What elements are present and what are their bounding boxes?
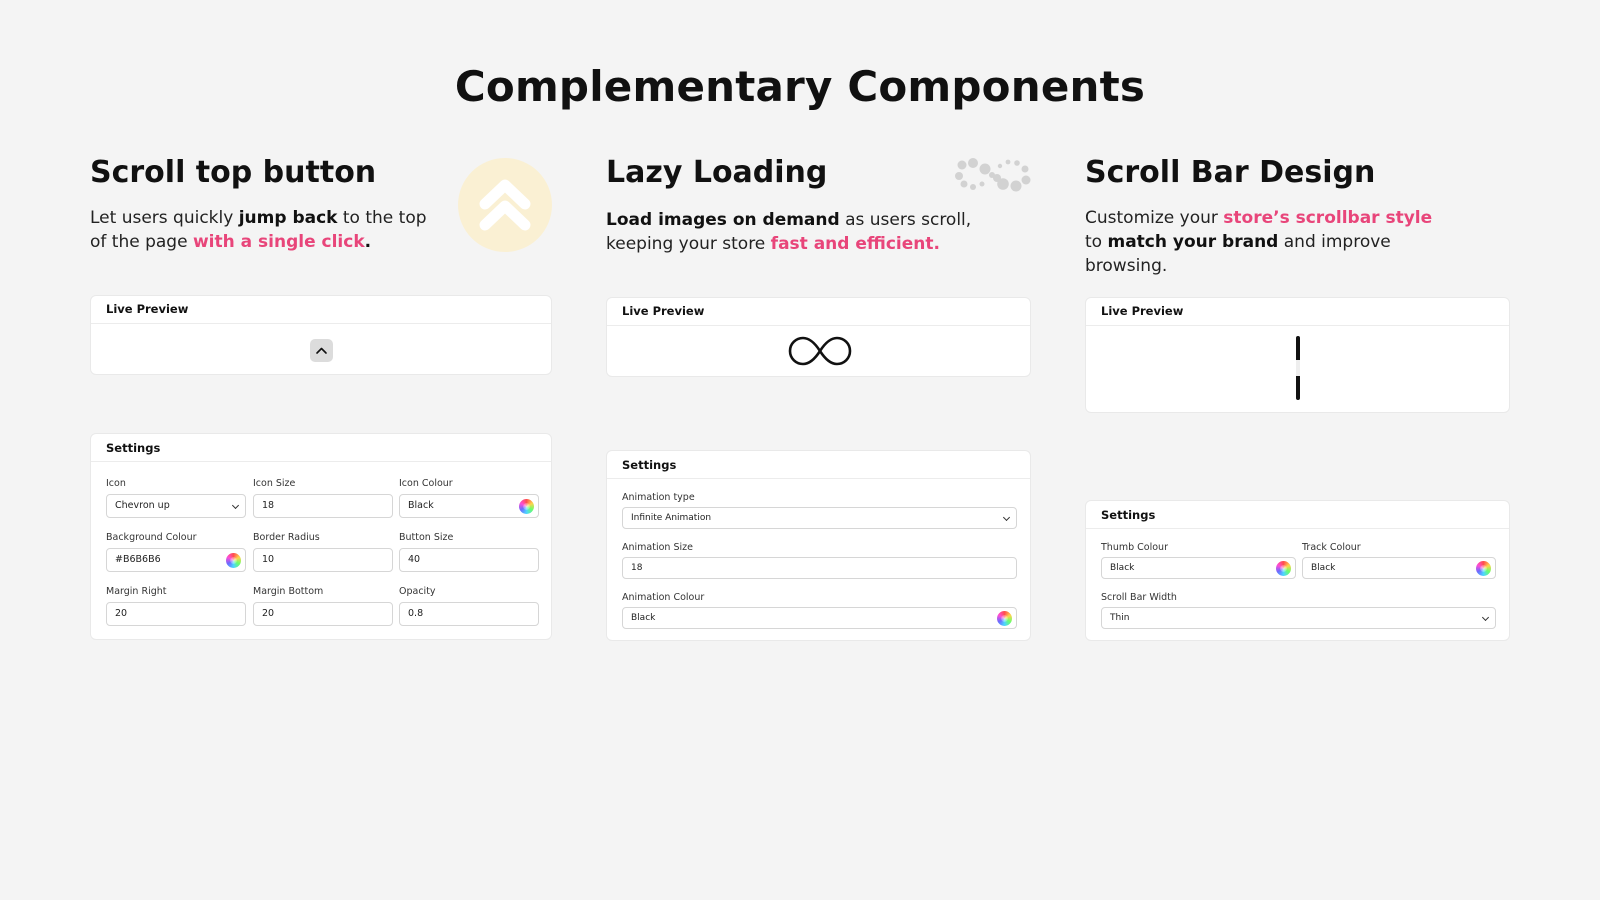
chevron-down-icon bbox=[1481, 613, 1490, 622]
scrollbar-track[interactable] bbox=[1296, 336, 1300, 400]
icon-label: Icon bbox=[106, 478, 126, 489]
infinity-icon bbox=[788, 336, 852, 366]
icon-size-input[interactable]: 18 bbox=[253, 494, 393, 518]
preview-header: Live Preview bbox=[91, 296, 551, 324]
settings-header: Settings bbox=[607, 451, 1030, 479]
lazy-loading-title: Lazy Loading bbox=[606, 155, 828, 190]
chevron-down-icon bbox=[231, 501, 240, 510]
color-wheel-icon[interactable] bbox=[1476, 561, 1491, 576]
scrollbar-width-label: Scroll Bar Width bbox=[1101, 592, 1177, 603]
scrollbar-design-title: Scroll Bar Design bbox=[1085, 155, 1376, 190]
thumb-colour-input[interactable]: Black bbox=[1101, 557, 1296, 579]
border-radius-label: Border Radius bbox=[253, 532, 320, 543]
scroll-top-description: Let users quickly jump back to the top o… bbox=[90, 208, 427, 252]
background-colour-input[interactable]: #B6B6B6 bbox=[106, 548, 246, 572]
icon-select[interactable]: Chevron up bbox=[106, 494, 246, 518]
animation-colour-label: Animation Colour bbox=[622, 592, 705, 603]
button-size-label: Button Size bbox=[399, 532, 454, 543]
settings-header: Settings bbox=[1086, 501, 1509, 529]
animation-type-label: Animation type bbox=[622, 492, 695, 503]
color-wheel-icon[interactable] bbox=[226, 553, 241, 568]
margin-right-input[interactable]: 20 bbox=[106, 602, 246, 626]
scroll-top-preview-button[interactable] bbox=[310, 339, 333, 362]
preview-header: Live Preview bbox=[607, 298, 1030, 326]
icon-colour-input[interactable]: Black bbox=[399, 494, 539, 518]
icon-colour-label: Icon Colour bbox=[399, 478, 453, 489]
button-size-input[interactable]: 40 bbox=[399, 548, 539, 572]
animation-colour-input[interactable]: Black bbox=[622, 607, 1017, 629]
animation-size-label: Animation Size bbox=[622, 542, 693, 553]
lazy-loading-description: Load images on demand as users scroll, k… bbox=[606, 210, 972, 254]
animation-size-input[interactable]: 18 bbox=[622, 557, 1017, 579]
scrollbar-settings-card: Settings Thumb Colour Black Track Colour… bbox=[1085, 500, 1510, 641]
scroll-top-preview-card: Live Preview bbox=[90, 295, 552, 375]
preview-header: Live Preview bbox=[1086, 298, 1509, 326]
track-colour-input[interactable]: Black bbox=[1302, 557, 1496, 579]
scroll-top-settings-card: Settings Icon Chevron up Icon Size 18 Ic… bbox=[90, 433, 552, 640]
lazy-loading-preview-card: Live Preview bbox=[606, 297, 1031, 377]
page-title: Complementary Components bbox=[454, 62, 1146, 111]
scroll-top-title: Scroll top button bbox=[90, 155, 377, 190]
double-chevron-up-icon bbox=[458, 158, 552, 252]
margin-right-label: Margin Right bbox=[106, 586, 167, 597]
color-wheel-icon[interactable] bbox=[997, 611, 1012, 626]
scrollbar-thumb[interactable] bbox=[1296, 360, 1300, 376]
scrollbar-design-description: Customize your store’s scrollbar style t… bbox=[1085, 208, 1433, 276]
lazy-loading-settings-card: Settings Animation type Infinite Animati… bbox=[606, 450, 1031, 641]
animation-type-select[interactable]: Infinite Animation bbox=[622, 507, 1017, 529]
scrollbar-width-select[interactable]: Thin bbox=[1101, 607, 1496, 629]
scrollbar-preview-card: Live Preview bbox=[1085, 297, 1510, 413]
margin-bottom-input[interactable]: 20 bbox=[253, 602, 393, 626]
opacity-input[interactable]: 0.8 bbox=[399, 602, 539, 626]
icon-size-label: Icon Size bbox=[253, 478, 296, 489]
chevron-down-icon bbox=[1002, 513, 1011, 522]
background-colour-label: Background Colour bbox=[106, 532, 197, 543]
track-colour-label: Track Colour bbox=[1302, 542, 1361, 553]
opacity-label: Opacity bbox=[399, 586, 436, 597]
border-radius-input[interactable]: 10 bbox=[253, 548, 393, 572]
thumb-colour-label: Thumb Colour bbox=[1101, 542, 1168, 553]
dotted-infinity-icon bbox=[952, 155, 1032, 195]
color-wheel-icon[interactable] bbox=[1276, 561, 1291, 576]
settings-header: Settings bbox=[91, 434, 551, 462]
color-wheel-icon[interactable] bbox=[519, 499, 534, 514]
chevron-up-icon bbox=[316, 347, 327, 354]
margin-bottom-label: Margin Bottom bbox=[253, 586, 324, 597]
